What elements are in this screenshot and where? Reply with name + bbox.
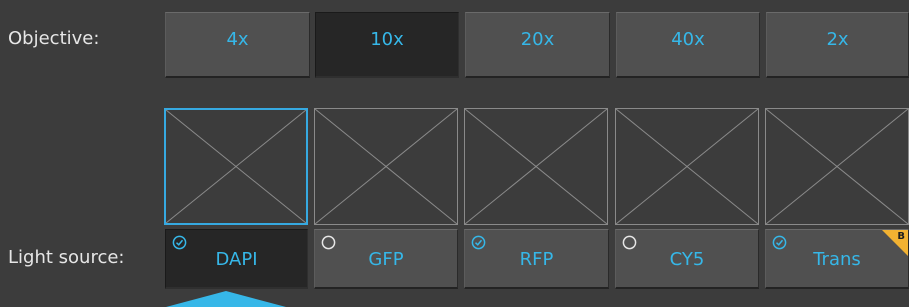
image-placeholder-icon xyxy=(766,109,908,224)
objective-20x-button[interactable]: 20x xyxy=(465,12,610,78)
thumbnail-dapi[interactable] xyxy=(164,108,308,225)
selection-pointer-icon xyxy=(166,291,286,307)
light-source-label: Light source: xyxy=(8,247,125,268)
thumbnail-gfp[interactable] xyxy=(314,108,458,225)
light-source-trans-button[interactable]: Trans B xyxy=(765,229,909,289)
thumbnail-trans[interactable] xyxy=(765,108,909,225)
check-circle-icon xyxy=(471,235,486,250)
light-source-gfp-button[interactable]: GFP xyxy=(314,229,458,289)
badge-letter: B xyxy=(897,231,905,242)
light-source-cy5-button[interactable]: CY5 xyxy=(615,229,759,289)
thumbnail-rfp[interactable] xyxy=(464,108,608,225)
objective-2x-button[interactable]: 2x xyxy=(766,12,909,78)
light-source-label-rfp: RFP xyxy=(519,249,554,270)
objective-4x-button[interactable]: 4x xyxy=(165,12,310,78)
check-circle-icon xyxy=(172,235,187,250)
light-source-rfp-button[interactable]: RFP xyxy=(464,229,609,289)
light-source-label-dapi: DAPI xyxy=(215,249,258,270)
objective-40x-button[interactable]: 40x xyxy=(616,12,760,78)
image-placeholder-icon xyxy=(465,109,607,224)
image-placeholder-icon xyxy=(315,109,457,224)
image-placeholder-icon xyxy=(616,109,758,224)
image-placeholder-icon xyxy=(166,110,306,223)
light-source-label-cy5: CY5 xyxy=(669,249,705,270)
empty-circle-icon xyxy=(321,235,336,250)
thumbnail-cy5[interactable] xyxy=(615,108,759,225)
check-circle-icon xyxy=(772,235,787,250)
light-source-dapi-button[interactable]: DAPI xyxy=(165,229,308,289)
light-source-label-gfp: GFP xyxy=(368,249,404,270)
empty-circle-icon xyxy=(622,235,637,250)
objective-label: Objective: xyxy=(8,28,100,49)
objective-10x-button[interactable]: 10x xyxy=(315,12,459,78)
